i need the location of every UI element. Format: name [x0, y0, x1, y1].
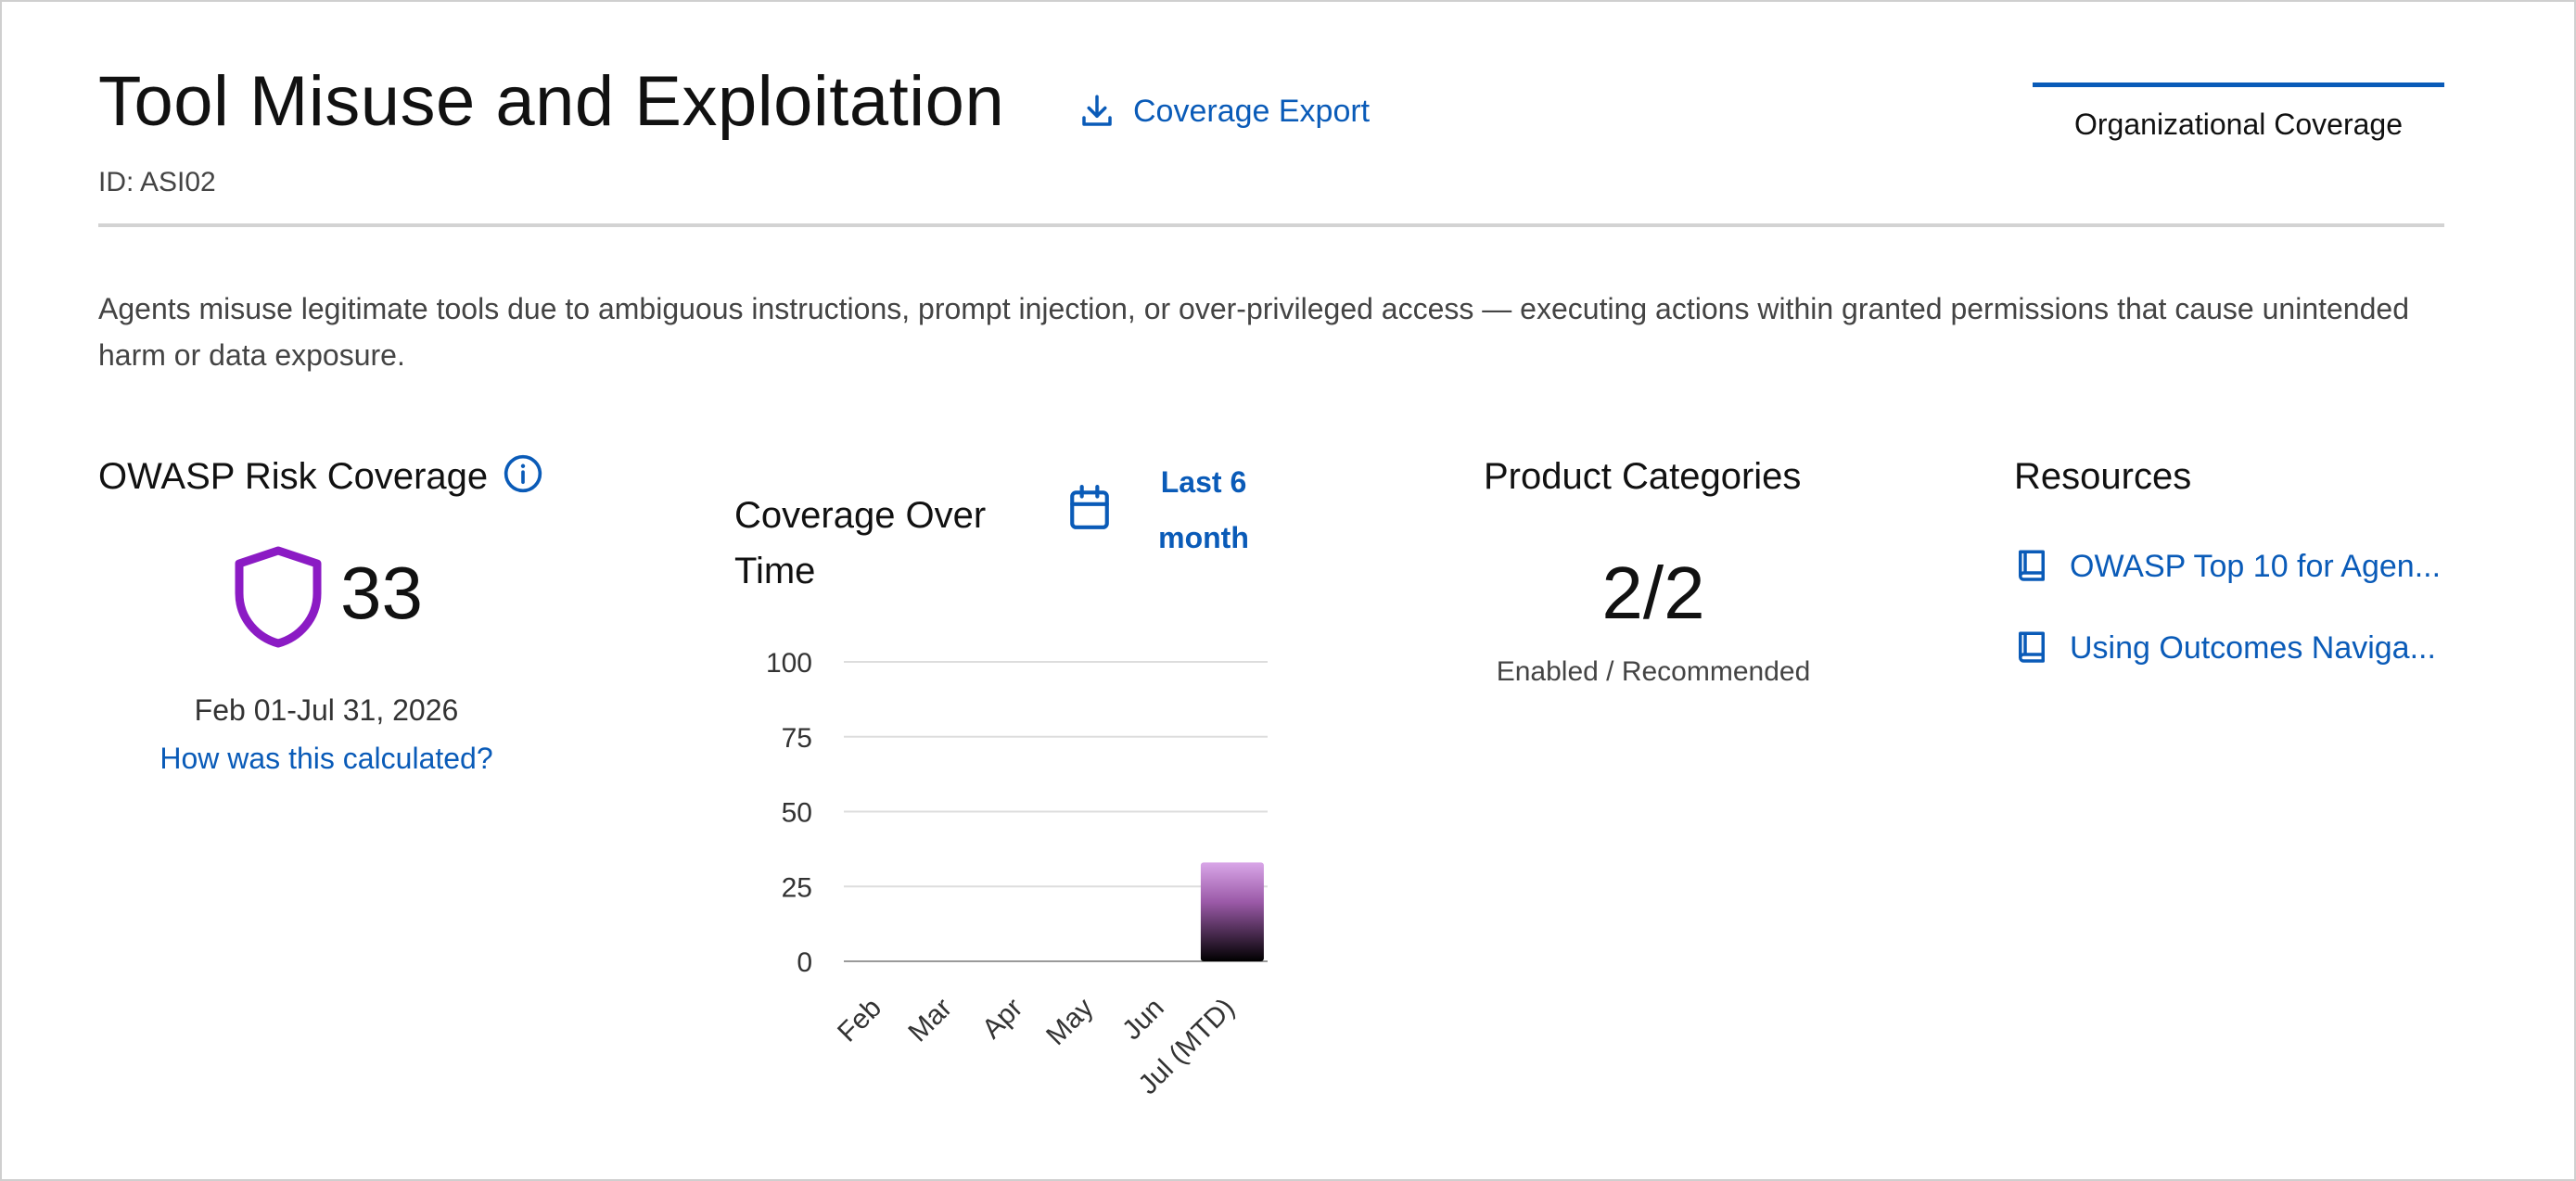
info-icon[interactable] — [503, 453, 543, 494]
tab-label: Organizational Coverage — [2074, 107, 2403, 141]
x-tick-label: Mar — [902, 993, 958, 1048]
product-categories-title: Product Categories — [1484, 456, 1802, 497]
x-tick-label: May — [1040, 993, 1099, 1051]
y-tick-label: 25 — [782, 872, 812, 903]
book-icon — [2019, 631, 2045, 663]
book-icon — [2019, 550, 2045, 581]
resource-link-label: Using Outcomes Naviga... — [2070, 629, 2436, 666]
risk-description: Agents misuse legitimate tools due to am… — [98, 292, 2409, 372]
time-range-button[interactable]: Last 6 month — [1146, 454, 1261, 565]
download-icon — [1082, 95, 1112, 126]
resource-link-outcomes-navigator[interactable]: Using Outcomes Naviga... — [2014, 629, 2436, 667]
risk-coverage-heading: OWASP Risk Coverage — [98, 453, 543, 498]
x-tick-label: Feb — [832, 993, 887, 1048]
chart-bar — [1200, 862, 1264, 961]
calendar-icon[interactable] — [1066, 482, 1113, 534]
product-categories-value: 2/2 — [1601, 552, 1705, 634]
risk-date-range: Feb 01-Jul 31, 2026 — [194, 693, 459, 727]
x-tick-label: Jun — [1116, 993, 1170, 1047]
coverage-chart: 0 25 50 75 100 Feb Mar Apr May Jun Jul (MTD) — [734, 632, 1291, 1133]
shield-icon — [235, 546, 322, 648]
tab-organizational-coverage[interactable]: Organizational Coverage — [2033, 83, 2444, 161]
y-tick-label: 100 — [766, 648, 812, 679]
coverage-over-time-title: Coverage Over Time — [734, 495, 987, 591]
header-divider — [98, 223, 2444, 227]
coverage-chart-svg: 0255075100Feb Mar Apr May JunJul (MTD) — [766, 648, 1268, 1100]
risk-coverage-title: OWASP Risk Coverage — [98, 456, 489, 497]
risk-id: ID: ASI02 — [98, 167, 216, 197]
coverage-export-label: Coverage Export — [1133, 93, 1371, 129]
panel-frame: Tool Misuse and Exploitation Coverage Ex… — [0, 0, 2576, 1181]
y-tick-label: 0 — [797, 947, 812, 978]
header: Tool Misuse and Exploitation — [98, 67, 1004, 137]
how-calculated-link[interactable]: How was this calculated? — [98, 742, 555, 776]
resource-link-label: OWASP Top 10 for Agen... — [2070, 548, 2442, 584]
resource-link-owasp-top10[interactable]: OWASP Top 10 for Agen... — [2014, 547, 2441, 586]
page-title: Tool Misuse and Exploitation — [98, 62, 1005, 141]
resources-title: Resources — [2014, 456, 2192, 497]
y-tick-label: 50 — [782, 798, 812, 829]
product-categories-sublabel: Enabled / Recommended — [1496, 656, 1811, 687]
risk-coverage-value: 33 — [340, 552, 423, 634]
coverage-export-button[interactable]: Coverage Export — [1078, 92, 1370, 131]
x-tick-label: Apr — [976, 993, 1028, 1045]
y-tick-label: 75 — [782, 723, 812, 754]
